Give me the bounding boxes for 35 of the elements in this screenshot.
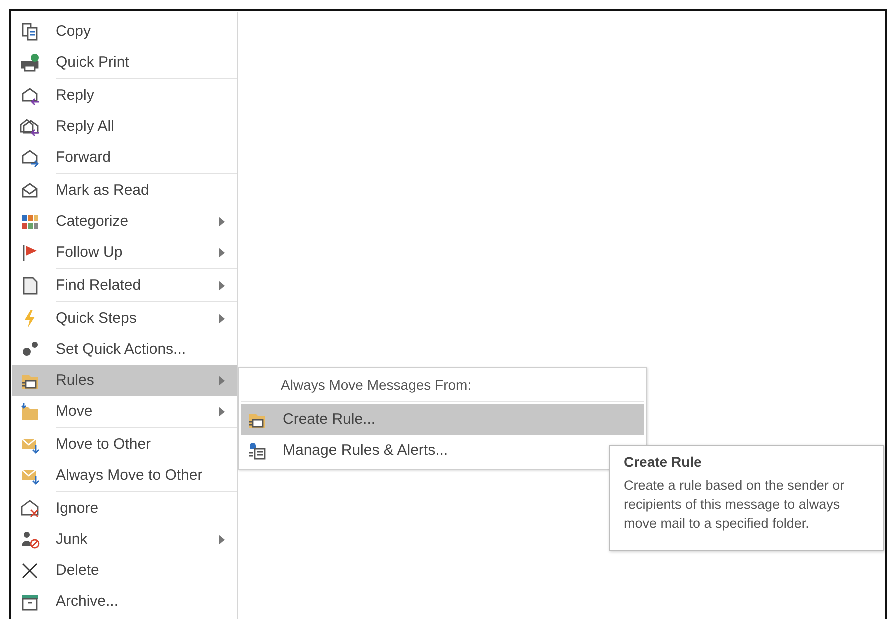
menu-item[interactable]: Always Move to Other xyxy=(12,460,237,491)
menu-item[interactable]: Mark as Read xyxy=(12,175,237,206)
tooltip-text: Create a rule based on the sender or recipients of this message to always move mail to a specified folder. xyxy=(624,477,846,533)
menu-item[interactable]: Move to Other xyxy=(12,429,237,460)
menu-item[interactable]: Quick Steps xyxy=(12,303,237,334)
menu-item[interactable]: Junk xyxy=(12,524,237,555)
menu-item[interactable]: Copy xyxy=(12,16,237,47)
menu-item[interactable]: Delete xyxy=(12,555,237,586)
open-envelope-icon xyxy=(20,180,40,200)
menu-item[interactable]: Quick Print xyxy=(12,47,237,78)
tooltip-title: Create Rule xyxy=(624,454,703,470)
menu-item[interactable]: Reply All xyxy=(12,111,237,142)
printer-icon xyxy=(20,52,40,72)
folder-arrow-icon xyxy=(20,402,40,422)
menu-item[interactable]: Archive... xyxy=(12,586,237,617)
menu-item[interactable]: Manage Rules & Alerts... xyxy=(241,435,456,466)
menu-item[interactable]: Find Related xyxy=(12,270,237,301)
menu-item[interactable]: Categorize xyxy=(12,206,237,237)
submenu-header: Always Move Messages From: xyxy=(241,370,644,402)
person-block-icon xyxy=(20,530,40,550)
menu-item[interactable]: Rules xyxy=(12,365,237,396)
envelopes-arrow-icon xyxy=(20,116,40,136)
menu-item[interactable]: Create Rule... xyxy=(241,404,644,435)
envelope-arrow-icon xyxy=(20,148,40,168)
menu-item[interactable]: Follow Up xyxy=(12,237,237,268)
envelope-arrow-icon xyxy=(20,86,40,106)
copy-icon xyxy=(20,22,40,42)
envelopes-x-icon xyxy=(20,498,40,518)
menu-item[interactable]: Ignore xyxy=(12,493,237,524)
menu-item[interactable]: Forward xyxy=(12,142,237,173)
x-icon xyxy=(20,560,40,580)
menu-item[interactable]: Set Quick Actions... xyxy=(12,334,237,365)
bell-envelope-icon xyxy=(247,440,267,460)
menu-item[interactable]: Reply xyxy=(12,80,237,111)
menu-item[interactable]: Move xyxy=(12,396,237,427)
